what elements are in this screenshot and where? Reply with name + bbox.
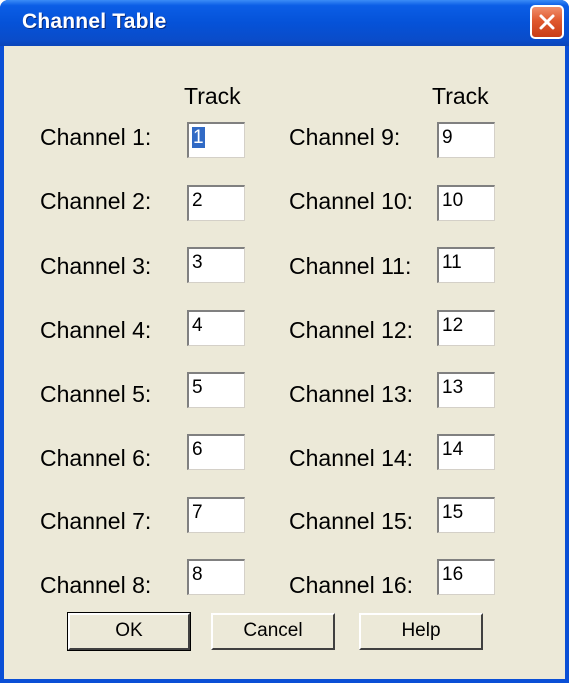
title-bar[interactable]: Channel Table xyxy=(0,0,569,46)
channel-label: Channel 7: xyxy=(40,508,152,534)
track-input-channel-6[interactable]: 6 xyxy=(187,434,245,470)
channel-label: Channel 13: xyxy=(289,381,414,407)
channel-label: Channel 11: xyxy=(289,253,412,279)
track-header-left: Track xyxy=(184,83,241,109)
track-input-channel-12[interactable]: 12 xyxy=(437,310,495,346)
dialog-body: Track Track Channel 1: 1 Channel 2: 2 Ch… xyxy=(4,46,565,679)
cancel-button[interactable]: Cancel xyxy=(211,613,335,650)
track-input-channel-9[interactable]: 9 xyxy=(437,122,495,158)
channel-label: Channel 4: xyxy=(40,317,152,343)
track-input-channel-15[interactable]: 15 xyxy=(437,497,495,533)
channel-label: Channel 10: xyxy=(289,188,414,214)
channel-label: Channel 5: xyxy=(40,381,152,407)
window-title: Channel Table xyxy=(22,10,167,33)
track-input-channel-8[interactable]: 8 xyxy=(187,559,245,595)
track-input-channel-16[interactable]: 16 xyxy=(437,559,495,595)
ok-button[interactable]: OK xyxy=(67,612,191,651)
channel-label: Channel 12: xyxy=(289,317,414,343)
channel-label: Channel 14: xyxy=(289,445,414,471)
track-input-channel-1[interactable]: 1 xyxy=(187,122,245,158)
help-button[interactable]: Help xyxy=(359,613,483,650)
track-input-channel-2[interactable]: 2 xyxy=(187,185,245,221)
close-button[interactable] xyxy=(530,5,564,39)
track-header-right: Track xyxy=(432,83,489,109)
track-input-channel-5[interactable]: 5 xyxy=(187,372,245,408)
track-input-channel-7[interactable]: 7 xyxy=(187,497,245,533)
channel-label: Channel 15: xyxy=(289,508,414,534)
track-input-channel-14[interactable]: 14 xyxy=(437,434,495,470)
channel-label: Channel 16: xyxy=(289,572,414,598)
channel-label: Channel 2: xyxy=(40,188,152,214)
channel-label: Channel 8: xyxy=(40,572,152,598)
dialog-window: Channel Table Track Track Channel 1: 1 C… xyxy=(0,0,569,683)
track-input-channel-3[interactable]: 3 xyxy=(187,247,245,283)
track-input-channel-10[interactable]: 10 xyxy=(437,185,495,221)
track-input-channel-11[interactable]: 11 xyxy=(437,247,495,283)
close-icon xyxy=(539,14,555,30)
channel-label: Channel 3: xyxy=(40,253,152,279)
channel-label: Channel 1: xyxy=(40,124,152,150)
channel-label: Channel 9: xyxy=(289,124,401,150)
channel-label: Channel 6: xyxy=(40,445,152,471)
track-input-channel-13[interactable]: 13 xyxy=(437,372,495,408)
track-input-channel-4[interactable]: 4 xyxy=(187,310,245,346)
